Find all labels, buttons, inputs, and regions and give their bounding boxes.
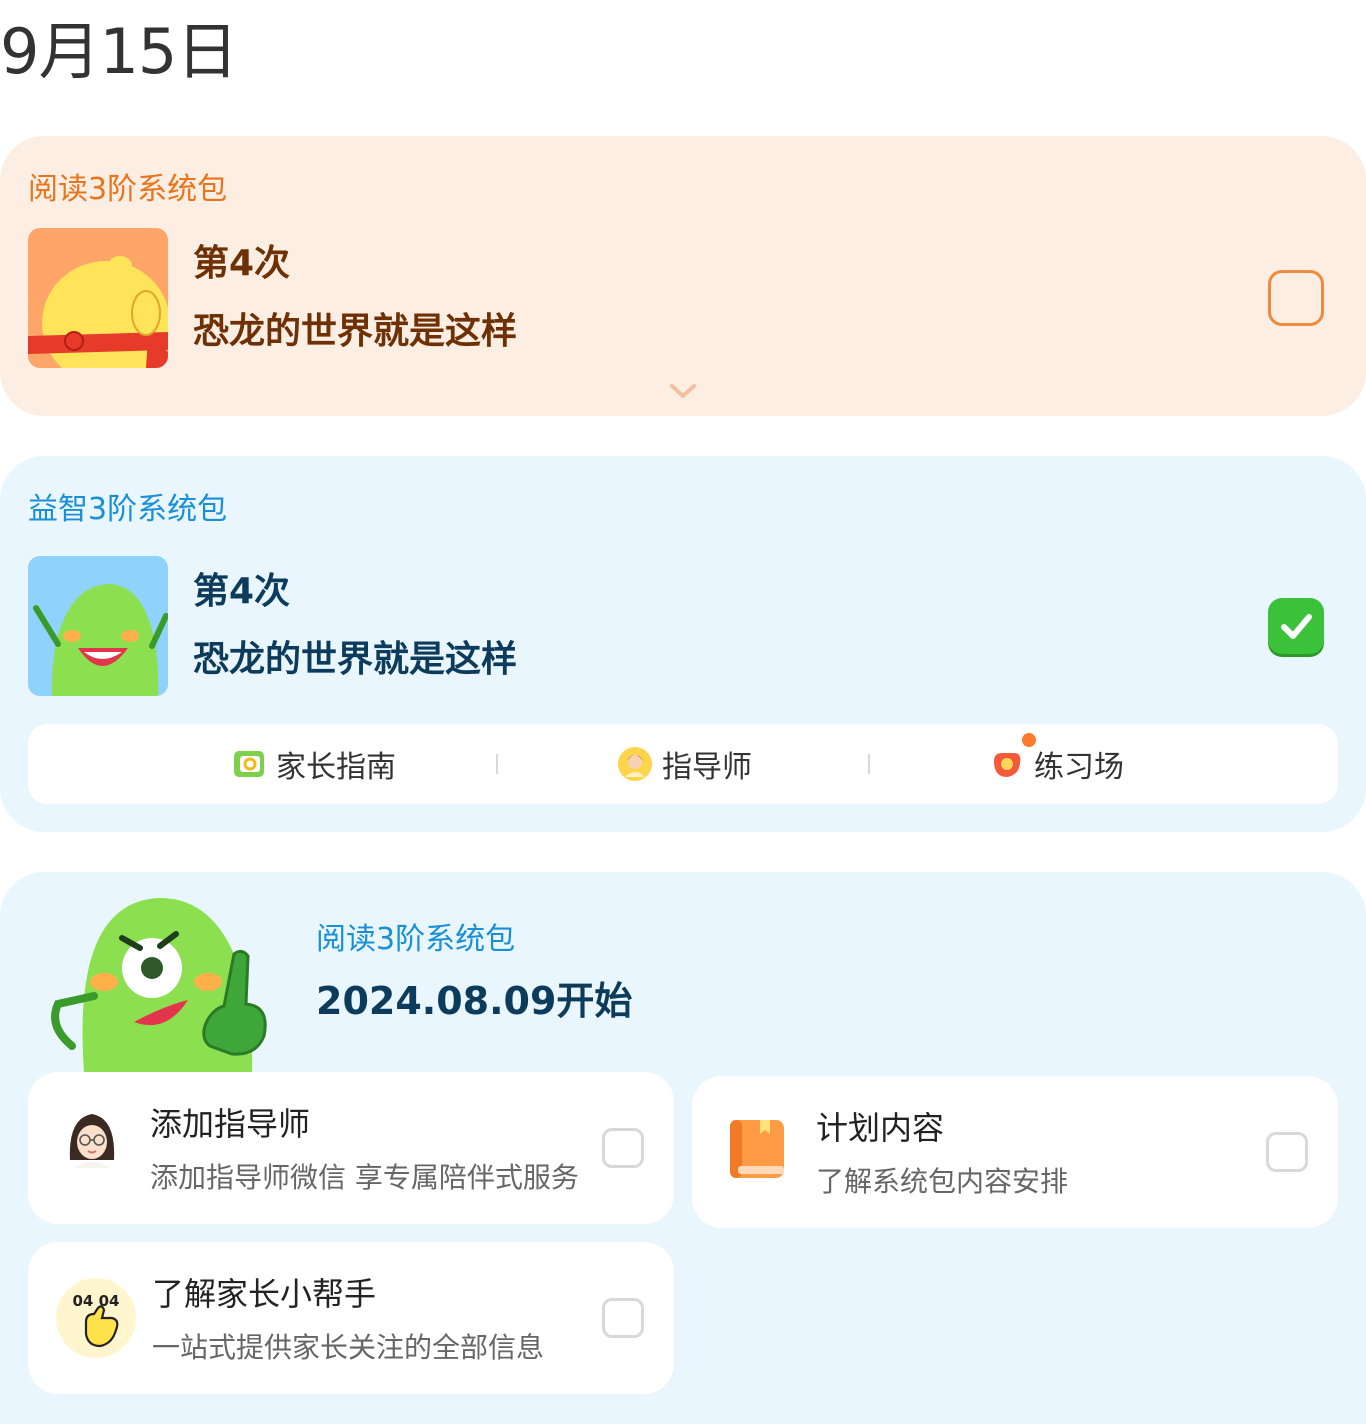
tool-label: 指导师 [662, 750, 752, 785]
session-number: 第4次 [193, 243, 291, 284]
helper-thumbs-up-icon: 04 04 [56, 1278, 136, 1358]
package-label: 益智3阶系统包 [28, 492, 228, 527]
yellow-dino-icon [28, 256, 168, 368]
svg-text:04 04: 04 04 [73, 1292, 120, 1310]
task-title: 了解家长小帮手 [152, 1275, 377, 1313]
practice-icon [994, 753, 1021, 777]
date-title: 9月15日 [0, 15, 238, 88]
plan-package-label: 阅读3阶系统包 [316, 922, 516, 957]
task-title: 添加指导师 [150, 1105, 311, 1143]
task-plan-content[interactable]: 计划内容 了解系统包内容安排 [692, 1076, 1338, 1228]
lesson-title: 恐龙的世界就是这样 [193, 311, 518, 352]
parent-guide-icon [234, 751, 264, 777]
lesson-thumbnail[interactable] [28, 228, 168, 368]
task-checkbox[interactable] [1266, 1132, 1308, 1172]
book-icon [730, 1120, 784, 1178]
task-subtitle: 添加指导师微信 享专属陪伴式服务 [150, 1161, 579, 1194]
tutor-avatar-icon [618, 747, 652, 781]
green-monster-mascot-icon [51, 897, 267, 1072]
plan-card: 阅读3阶系统包 2024.08.09开始 添加指导师 添加指导师微信 享专属陪伴… [0, 872, 1366, 1424]
task-parent-helper[interactable]: 04 04 了解家长小帮手 一站式提供家长关注的全部信息 [28, 1242, 674, 1394]
green-dino-icon [33, 584, 168, 696]
tool-label: 家长指南 [276, 750, 396, 785]
tool-tutor[interactable]: 指导师 [618, 724, 752, 804]
tutor-girl-icon [69, 1114, 115, 1168]
task-checkbox[interactable] [602, 1298, 644, 1338]
chevron-down-icon[interactable] [669, 382, 697, 400]
lesson-card-puzzle[interactable]: 益智3阶系统包 第4次 恐龙的世界就是这样 家长指南 指导师 练习场 [0, 456, 1366, 832]
session-number: 第4次 [193, 571, 291, 612]
notification-dot [1022, 733, 1036, 747]
task-subtitle: 一站式提供家长关注的全部信息 [152, 1331, 545, 1364]
divider [868, 754, 870, 774]
tool-practice[interactable]: 练习场 [990, 724, 1124, 804]
lesson-toolbar: 家长指南 指导师 练习场 [28, 724, 1338, 804]
tool-parent-guide[interactable]: 家长指南 [232, 724, 396, 804]
plan-start-date: 2024.08.09开始 [316, 979, 633, 1023]
checkmark-icon [1281, 614, 1312, 639]
tool-label: 练习场 [1034, 750, 1124, 785]
lesson-checkbox-checked[interactable] [1268, 598, 1324, 654]
lesson-card-reading[interactable]: 阅读3阶系统包 第4次 恐龙的世界就是这样 [0, 136, 1366, 416]
task-title: 计划内容 [816, 1109, 945, 1147]
task-checkbox[interactable] [602, 1128, 644, 1168]
task-add-tutor[interactable]: 添加指导师 添加指导师微信 享专属陪伴式服务 [28, 1072, 674, 1224]
task-subtitle: 了解系统包内容安排 [816, 1165, 1069, 1198]
lesson-checkbox[interactable] [1268, 270, 1324, 326]
package-label: 阅读3阶系统包 [28, 172, 228, 207]
lesson-title: 恐龙的世界就是这样 [193, 639, 518, 680]
divider [496, 754, 498, 774]
lesson-thumbnail[interactable] [28, 556, 168, 696]
